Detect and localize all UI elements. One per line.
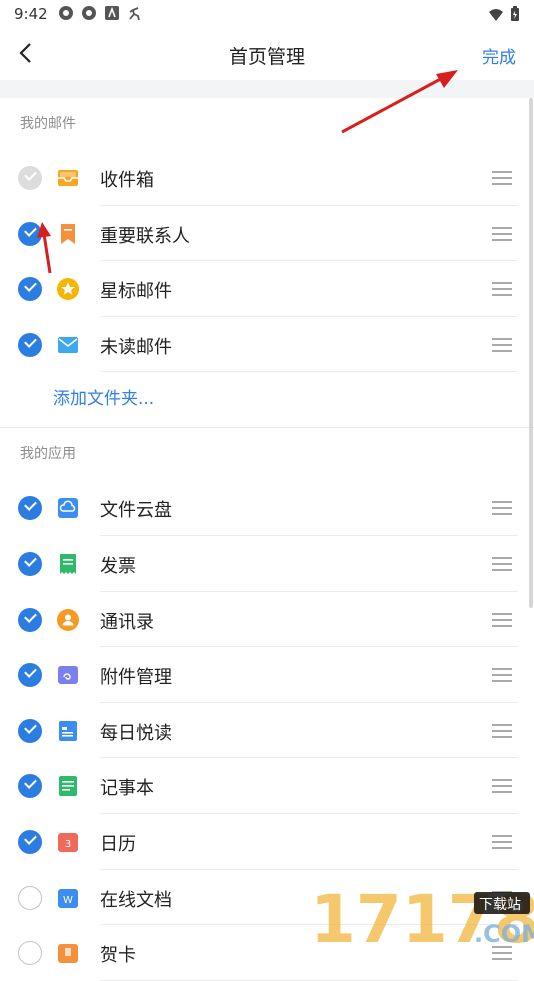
inbox-icon xyxy=(56,166,80,190)
list-item[interactable]: 记事本 xyxy=(0,758,534,814)
list-item[interactable]: 通讯录 xyxy=(0,592,534,648)
notification-a-icon xyxy=(104,5,120,21)
page-title: 首页管理 xyxy=(228,46,305,68)
envelope-icon xyxy=(56,333,80,357)
watermark-badge: 下载站 xyxy=(479,897,521,913)
item-label: 每日悦读 xyxy=(100,722,172,744)
item-label: 星标邮件 xyxy=(100,281,172,303)
checked-checkbox[interactable] xyxy=(18,607,42,632)
list-item[interactable]: 每日悦读 xyxy=(0,703,534,759)
item-label: 日历 xyxy=(100,833,136,855)
notification-icons xyxy=(58,5,143,21)
reading-icon xyxy=(56,719,80,743)
svg-text:3: 3 xyxy=(65,839,71,850)
drag-handle-icon[interactable] xyxy=(492,337,512,352)
runner-icon xyxy=(127,5,143,21)
watermark-domain: .COM xyxy=(474,920,534,948)
item-label: 重要联系人 xyxy=(100,225,190,247)
battery-icon xyxy=(510,6,520,26)
home-management-list: 我的邮件 收件箱重要联系人星标邮件未读邮件 添加文件夹... 我的应用 文件云盘… xyxy=(0,98,534,981)
done-button[interactable]: 完成 xyxy=(482,43,516,68)
drag-handle-icon[interactable] xyxy=(492,226,512,241)
bookmark-icon xyxy=(56,222,80,246)
greeting-card-icon xyxy=(56,941,80,965)
list-item[interactable]: 星标邮件 xyxy=(0,261,534,317)
drag-handle-icon[interactable] xyxy=(492,779,512,794)
status-time: 9:42 xyxy=(14,5,48,23)
drag-handle-icon[interactable] xyxy=(492,834,512,849)
checked-checkbox[interactable] xyxy=(18,774,42,799)
status-bar: 9:42 xyxy=(0,0,534,28)
star-icon xyxy=(56,277,80,301)
checked-checkbox[interactable] xyxy=(18,829,42,854)
list-item[interactable]: 发票 xyxy=(0,536,534,592)
item-label: 文件云盘 xyxy=(100,500,172,522)
scrollbar[interactable] xyxy=(529,98,533,608)
list-item[interactable]: 重要联系人 xyxy=(0,206,534,262)
cloud-drive-icon xyxy=(56,496,80,520)
checked-checkbox[interactable] xyxy=(18,221,42,246)
drag-handle-icon[interactable] xyxy=(492,668,512,683)
item-label: 附件管理 xyxy=(100,667,172,689)
online-doc-icon: W xyxy=(56,886,80,910)
checked-checkbox[interactable] xyxy=(18,277,42,302)
unchecked-checkbox[interactable] xyxy=(18,885,42,910)
svg-text:W: W xyxy=(63,895,73,906)
drag-handle-icon[interactable] xyxy=(492,612,512,627)
attachment-icon xyxy=(56,663,80,687)
add-folder-link[interactable]: 添加文件夹... xyxy=(0,372,534,427)
checked-checkbox[interactable] xyxy=(18,496,42,521)
disabled-checkbox xyxy=(18,166,42,190)
item-label: 通讯录 xyxy=(100,611,154,633)
list-item[interactable]: 收件箱 xyxy=(0,150,534,206)
item-label: 未读邮件 xyxy=(100,336,172,358)
item-label: 在线文档 xyxy=(100,889,172,911)
notification-app-icon xyxy=(81,5,97,21)
drag-handle-icon[interactable] xyxy=(492,556,512,571)
item-label: 记事本 xyxy=(100,778,154,800)
contacts-icon xyxy=(56,608,80,632)
drag-handle-icon[interactable] xyxy=(492,282,512,297)
list-item[interactable]: 附件管理 xyxy=(0,647,534,703)
drag-handle-icon[interactable] xyxy=(492,723,512,738)
checked-checkbox[interactable] xyxy=(18,551,42,576)
item-label: 发票 xyxy=(100,555,136,577)
unchecked-checkbox[interactable] xyxy=(18,941,42,966)
drag-handle-icon[interactable] xyxy=(492,501,512,516)
row-divider xyxy=(100,371,518,373)
notepad-icon xyxy=(56,774,80,798)
system-icons xyxy=(488,6,520,26)
section-title-my-apps: 我的应用 xyxy=(20,446,76,463)
checked-checkbox[interactable] xyxy=(18,663,42,688)
item-label: 贺卡 xyxy=(100,945,136,967)
notification-app-icon xyxy=(58,5,74,21)
section-title-my-mail: 我的邮件 xyxy=(20,116,76,132)
item-label: 收件箱 xyxy=(100,170,154,191)
invoice-icon xyxy=(56,552,80,576)
checked-checkbox[interactable] xyxy=(18,718,42,743)
checked-checkbox[interactable] xyxy=(18,332,42,357)
list-item[interactable]: 3 日历 xyxy=(0,814,534,870)
mail-list: 收件箱重要联系人星标邮件未读邮件 xyxy=(0,150,534,373)
calendar-icon: 3 xyxy=(56,830,80,854)
watermark-logo: 17178 下载站 .COM xyxy=(310,880,534,958)
drag-handle-icon[interactable] xyxy=(492,171,512,185)
top-nav-bar: 首页管理 完成 xyxy=(0,28,534,80)
list-item[interactable]: 未读邮件 xyxy=(0,317,534,373)
wifi-icon xyxy=(488,7,504,26)
header-divider xyxy=(0,80,534,98)
list-item[interactable]: 文件云盘 xyxy=(0,480,534,536)
